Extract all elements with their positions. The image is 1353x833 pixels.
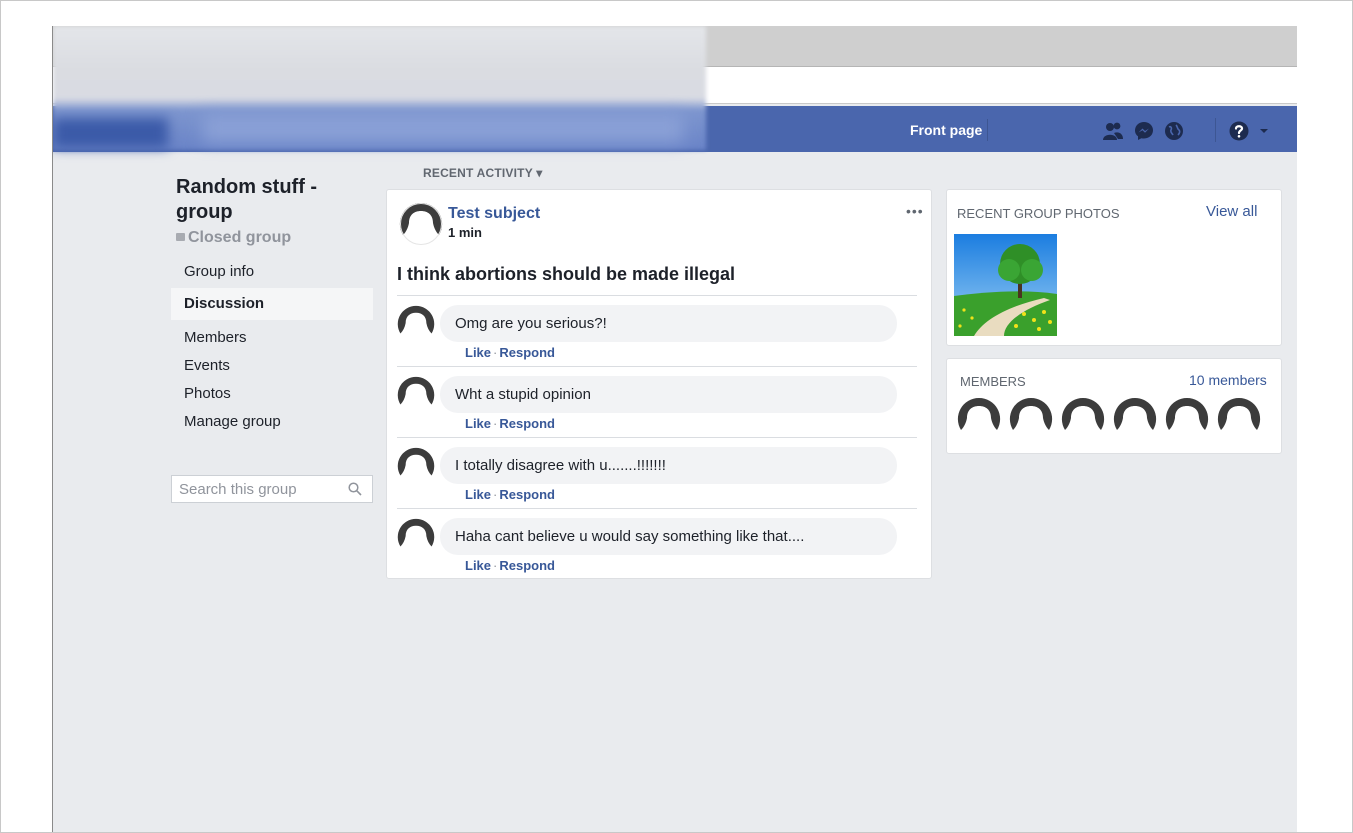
help-icon[interactable] bbox=[1228, 120, 1250, 142]
comment-actions: Like · Respond bbox=[465, 345, 555, 360]
group-photo-thumbnail[interactable] bbox=[954, 234, 1057, 336]
menu-item-manage-group[interactable]: Manage group bbox=[171, 408, 373, 436]
member-avatar[interactable] bbox=[1113, 397, 1157, 440]
comment-bubble: Wht a stupid opinion bbox=[440, 376, 897, 413]
comment-actions: Like · Respond bbox=[465, 558, 555, 573]
menu-item-photos[interactable]: Photos bbox=[171, 380, 373, 408]
divider bbox=[397, 366, 917, 367]
members-count-link[interactable]: 10 members bbox=[1189, 372, 1267, 388]
respond-link[interactable]: Respond bbox=[499, 345, 555, 360]
group-search-placeholder: Search this group bbox=[179, 481, 297, 498]
post-author[interactable]: Test subject bbox=[448, 205, 540, 223]
group-search-input[interactable]: Search this group bbox=[171, 475, 373, 503]
group-title[interactable]: Random stuff -group bbox=[176, 175, 366, 225]
post-options-icon[interactable]: ••• bbox=[906, 203, 924, 219]
recent-photos-card: RECENT GROUP PHOTOS View all bbox=[946, 189, 1282, 346]
members-card: MEMBERS 10 members bbox=[946, 358, 1282, 454]
recent-activity-sort[interactable]: RECENT ACTIVITY ▾ bbox=[423, 166, 542, 180]
messenger-icon[interactable] bbox=[1133, 120, 1155, 142]
account-menu-chevron-down-icon[interactable] bbox=[1253, 120, 1275, 142]
group-privacy-label: Closed group bbox=[188, 229, 292, 246]
post-timestamp[interactable]: 1 min bbox=[448, 225, 482, 240]
members-heading: MEMBERS bbox=[960, 374, 1026, 389]
blurred-logo bbox=[53, 118, 168, 148]
tree-landscape-image bbox=[954, 234, 1057, 336]
comment-actions: Like · Respond bbox=[465, 487, 555, 502]
like-link[interactable]: Like bbox=[465, 345, 491, 360]
friend-requests-icon[interactable] bbox=[1102, 120, 1124, 142]
globe-notifications-icon[interactable] bbox=[1163, 120, 1185, 142]
comment-bubble: I totally disagree with u.......!!!!!!! bbox=[440, 447, 897, 484]
menu-item-group-info[interactable]: Group info bbox=[171, 258, 373, 286]
commenter-avatar[interactable] bbox=[397, 305, 435, 343]
recent-photos-heading: RECENT GROUP PHOTOS bbox=[957, 206, 1120, 221]
commenter-avatar[interactable] bbox=[397, 518, 435, 556]
divider bbox=[397, 295, 917, 296]
member-avatar[interactable] bbox=[1165, 397, 1209, 440]
respond-link[interactable]: Respond bbox=[499, 558, 555, 573]
author-avatar[interactable] bbox=[399, 202, 443, 246]
nav-separator bbox=[1215, 118, 1216, 142]
menu-item-discussion[interactable]: Discussion bbox=[171, 288, 373, 320]
comment-actions: Like · Respond bbox=[465, 416, 555, 431]
comment-bubble: Haha cant believe u would say something … bbox=[440, 518, 897, 555]
divider bbox=[397, 437, 917, 438]
comment-bubble: Omg are you serious?! bbox=[440, 305, 897, 342]
menu-item-events[interactable]: Events bbox=[171, 352, 373, 380]
browser-window: Front page Random stuff -group Closed gr… bbox=[52, 26, 1297, 833]
search-icon[interactable] bbox=[348, 482, 362, 496]
group-privacy: Closed group bbox=[176, 229, 291, 247]
member-avatar[interactable] bbox=[1061, 397, 1105, 440]
front-page-link[interactable]: Front page bbox=[905, 119, 989, 141]
group-menu: Group info Discussion Members Events Pho… bbox=[171, 258, 373, 436]
menu-item-members[interactable]: Members bbox=[171, 324, 373, 352]
post-text: I think abortions should be made illegal bbox=[397, 264, 736, 284]
member-avatars bbox=[957, 397, 1261, 440]
lock-icon bbox=[176, 233, 185, 241]
like-link[interactable]: Like bbox=[465, 558, 491, 573]
view-all-link[interactable]: View all bbox=[1206, 203, 1257, 220]
commenter-avatar[interactable] bbox=[397, 447, 435, 485]
divider bbox=[397, 508, 917, 509]
post-card: Test subject 1 min ••• I think abortions… bbox=[386, 189, 932, 579]
member-avatar[interactable] bbox=[1217, 397, 1261, 440]
like-link[interactable]: Like bbox=[465, 487, 491, 502]
member-avatar[interactable] bbox=[1009, 397, 1053, 440]
commenter-avatar[interactable] bbox=[397, 376, 435, 414]
respond-link[interactable]: Respond bbox=[499, 416, 555, 431]
like-link[interactable]: Like bbox=[465, 416, 491, 431]
respond-link[interactable]: Respond bbox=[499, 487, 555, 502]
member-avatar[interactable] bbox=[957, 397, 1001, 440]
blurred-search-bar bbox=[203, 114, 683, 142]
